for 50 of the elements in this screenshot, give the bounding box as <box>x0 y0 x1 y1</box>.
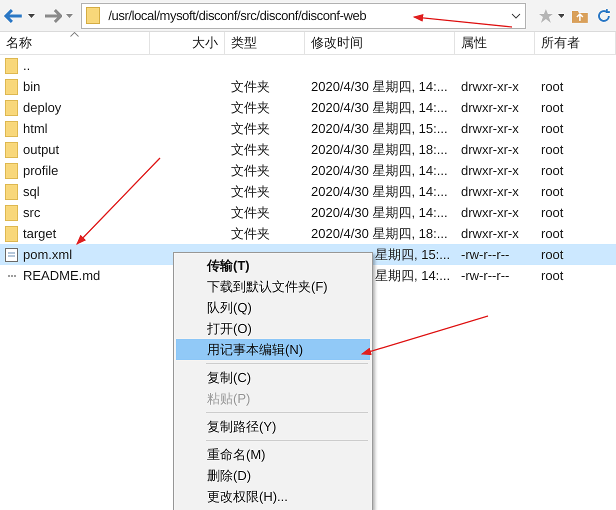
table-cell: 2020/4/30 星期四, 15:... <box>311 120 448 136</box>
table-cell: root <box>541 204 564 220</box>
table-cell: drwxr-xr-x <box>461 78 519 94</box>
file-name: output <box>23 140 60 159</box>
table-cell: root <box>541 226 564 241</box>
table-cell: 2020/4/30 星期四, 18:... <box>311 142 448 157</box>
table-cell: root <box>541 142 564 157</box>
file-name: target <box>23 224 56 243</box>
table-cell: drwxr-xr-x <box>461 226 519 241</box>
file-name: bin <box>23 78 40 96</box>
file-name: html <box>23 120 48 138</box>
table-cell: root <box>541 78 564 94</box>
table-cell: drwxr-xr-x <box>461 120 519 136</box>
file-name: src <box>23 204 40 222</box>
table-cell: 文件夹 <box>231 226 270 241</box>
table-cell: 文件夹 <box>231 100 270 115</box>
table-cell: root <box>541 120 564 136</box>
table-cell: drwxr-xr-x <box>461 204 519 220</box>
table-cell: 星期四, 15:... <box>375 246 450 262</box>
table-cell: drwxr-xr-x <box>461 100 519 115</box>
table-cell: root <box>541 268 564 283</box>
table-cell: -rw-r--r-- <box>461 268 510 283</box>
table-cell: root <box>541 184 564 199</box>
table-cell: drwxr-xr-x <box>461 162 519 178</box>
file-name: sql <box>23 182 40 201</box>
table-cell: 2020/4/30 星期四, 18:... <box>311 226 448 241</box>
table-cell: 2020/4/30 星期四, 14:... <box>311 100 448 115</box>
file-name: deploy <box>23 98 62 117</box>
table-cell: -rw-r--r-- <box>461 246 510 262</box>
table-cell: drwxr-xr-x <box>461 142 519 157</box>
table-cell: 2020/4/30 星期四, 14:... <box>311 204 448 220</box>
table-cell: 文件夹 <box>231 78 270 94</box>
table-cell: 星期四, 14:... <box>375 268 450 283</box>
table-cell: 文件夹 <box>231 204 270 220</box>
file-name: profile <box>23 162 58 180</box>
table-cell: 文件夹 <box>231 120 270 136</box>
table-cell: 2020/4/30 星期四, 14:... <box>311 78 448 94</box>
table-cell: root <box>541 162 564 178</box>
file-name: README.md <box>23 266 100 285</box>
table-cell: drwxr-xr-x <box>461 184 519 199</box>
table-cell: 文件夹 <box>231 162 270 178</box>
table-cell: 2020/4/30 星期四, 14:... <box>311 162 448 178</box>
table-cell: 文件夹 <box>231 142 270 157</box>
table-cell: 2020/4/30 星期四, 14:... <box>311 184 448 199</box>
table-cell: root <box>541 246 564 262</box>
file-name: pom.xml <box>23 246 72 264</box>
file-name: .. <box>23 56 30 75</box>
address-path: /usr/local/mysoft/disconf/src/disconf/disconf-web <box>108 6 366 25</box>
table-cell: 文件夹 <box>231 184 270 199</box>
table-cell: root <box>541 100 564 115</box>
